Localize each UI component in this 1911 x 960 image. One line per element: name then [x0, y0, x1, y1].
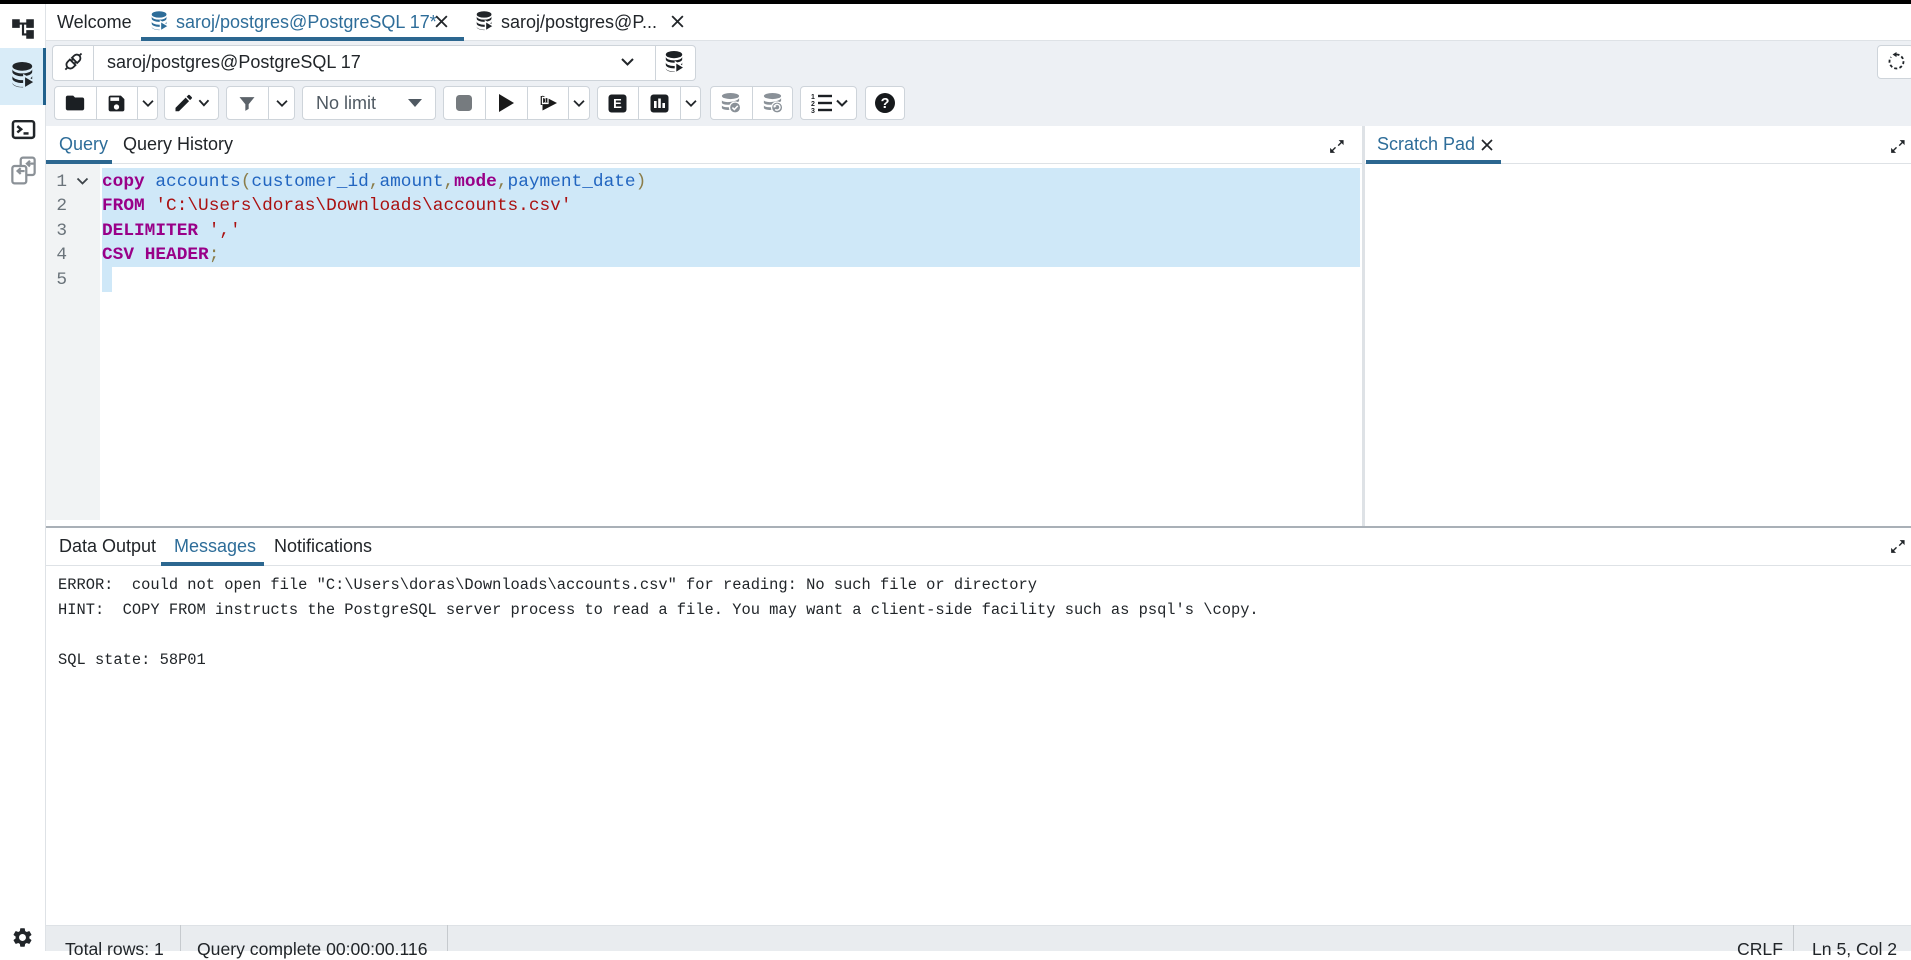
svg-text:E: E	[613, 96, 622, 111]
svg-text:1: 1	[543, 98, 547, 105]
svg-text:2: 2	[811, 101, 815, 108]
svg-text:1: 1	[811, 94, 815, 101]
svg-text:?: ?	[881, 96, 890, 112]
svg-text:3: 3	[811, 108, 815, 115]
